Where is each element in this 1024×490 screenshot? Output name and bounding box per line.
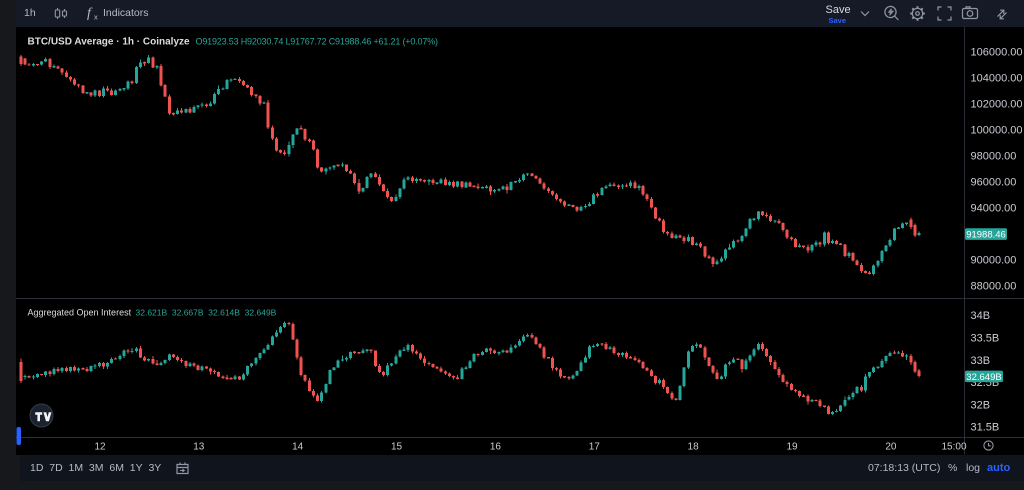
svg-text:15:00: 15:00 <box>941 442 966 453</box>
svg-text:33B: 33B <box>971 355 991 367</box>
svg-text:12: 12 <box>94 442 106 453</box>
svg-text:33.5B: 33.5B <box>971 333 1000 345</box>
svg-text:88000.00: 88000.00 <box>971 281 1017 293</box>
svg-text:32.649B: 32.649B <box>966 372 1001 383</box>
svg-text:32.621B 32.667B 32.614B 32.: 32.621B 32.667B 32.614B 32.649B <box>136 308 277 318</box>
svg-text:98000.00: 98000.00 <box>971 151 1017 163</box>
svg-text:90000.00: 90000.00 <box>971 255 1017 267</box>
svg-text:104000.00: 104000.00 <box>971 73 1023 85</box>
svg-text:34B: 34B <box>971 310 991 322</box>
svg-text:102000.00: 102000.00 <box>971 99 1023 111</box>
svg-text:32B: 32B <box>971 399 991 411</box>
svg-text:13: 13 <box>193 442 205 453</box>
svg-text:BTC/USD Average · 1h · Coinaly: BTC/USD Average · 1h · Coinalyze <box>28 37 191 48</box>
svg-text:18: 18 <box>688 442 700 453</box>
svg-text:96000.00: 96000.00 <box>971 177 1017 189</box>
svg-text:17: 17 <box>589 442 601 453</box>
svg-text:15: 15 <box>391 442 403 453</box>
svg-text:106000.00: 106000.00 <box>971 47 1023 59</box>
svg-text:91988.46: 91988.46 <box>966 230 1006 241</box>
svg-text:O91923.53 H92030.74 L91767.72: O91923.53 H92030.74 L91767.72 C91988.46 … <box>196 37 438 47</box>
svg-text:20: 20 <box>885 442 897 453</box>
svg-text:31.5B: 31.5B <box>971 422 1000 434</box>
svg-text:19: 19 <box>786 442 798 453</box>
svg-text:94000.00: 94000.00 <box>971 203 1017 215</box>
svg-text:14: 14 <box>292 442 304 453</box>
svg-text:Aggregated Open Interest: Aggregated Open Interest <box>28 308 132 318</box>
svg-text:16: 16 <box>490 442 502 453</box>
svg-text:100000.00: 100000.00 <box>971 125 1023 137</box>
